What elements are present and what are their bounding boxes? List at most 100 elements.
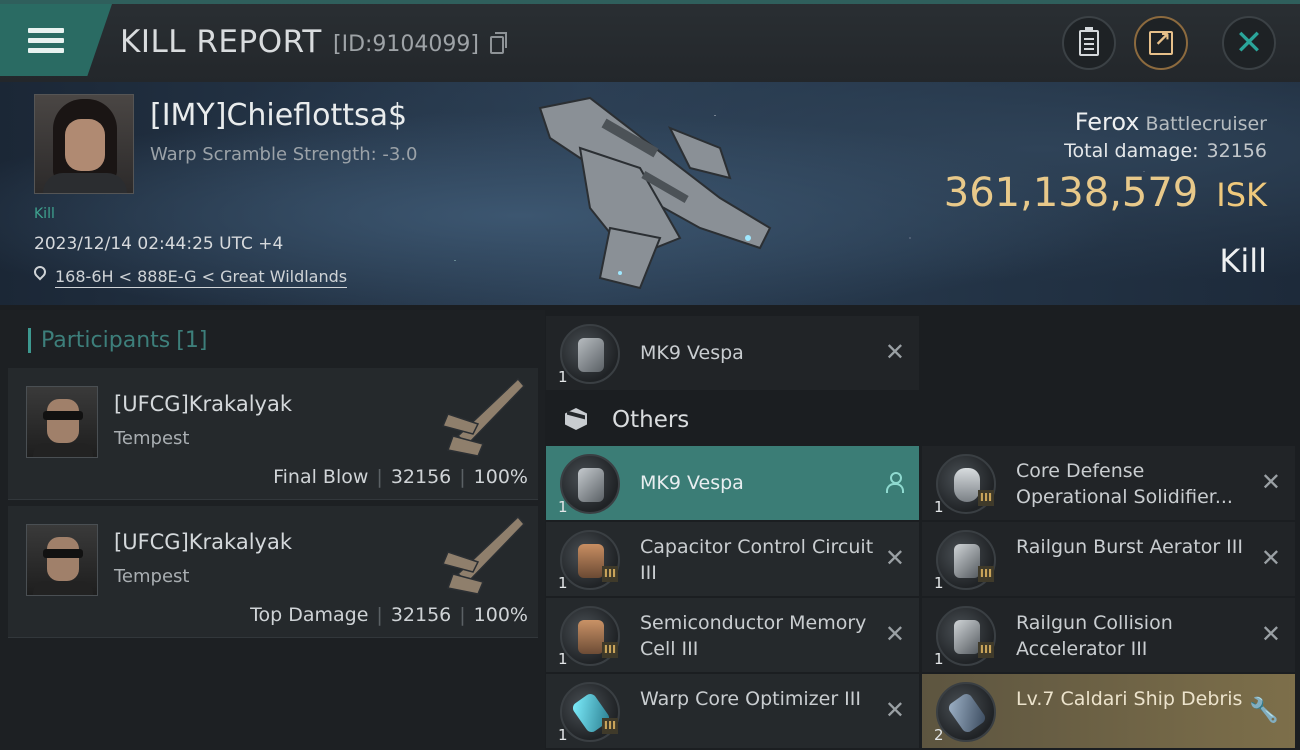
participant-stats: Top Damage | 32156 | 100%	[250, 604, 528, 626]
top-bar: KILL REPORT [ID:9104099] ✕	[0, 0, 1300, 82]
item-quantity: 2	[934, 726, 944, 744]
cube-icon	[562, 406, 590, 434]
participant-role: Top Damage	[250, 604, 369, 626]
victim-banner: [IMY]Chieflottsa$ Warp Scramble Strength…	[0, 82, 1300, 305]
close-icon[interactable]: ✕	[885, 544, 905, 572]
isk-unit: ISK	[1216, 176, 1267, 214]
close-icon[interactable]: ✕	[885, 696, 905, 724]
item-row[interactable]: III 1 Warp Core Optimizer III ✕	[546, 674, 919, 748]
item-name: Warp Core Optimizer III	[640, 688, 861, 710]
participant-ship: Tempest	[114, 566, 190, 587]
kill-datetime: 2023/12/14 02:44:25 UTC +4	[34, 234, 284, 254]
item-row[interactable]: III 1 Railgun Collision Accelerator III …	[922, 598, 1295, 672]
item-name: Lv.7 Caldari Ship Debris	[1016, 688, 1243, 710]
participant-damage: 32156	[390, 466, 452, 488]
participants-header: Participants [1]	[28, 328, 207, 353]
tier-badge: III	[602, 566, 618, 582]
page-title: KILL REPORT	[120, 24, 322, 60]
clipboard-icon	[1079, 27, 1099, 56]
copy-icon[interactable]	[490, 32, 507, 54]
item-name: Railgun Collision Accelerator III	[1016, 612, 1173, 660]
ship-debris-icon	[936, 682, 996, 742]
kill-tag: Kill	[34, 206, 55, 222]
isk-amount: 361,138,579	[943, 170, 1199, 216]
participant-ship-image	[441, 515, 526, 595]
item-row[interactable]: III 1 Core Defense Operational Solidifie…	[922, 446, 1295, 520]
close-icon[interactable]: ✕	[1261, 468, 1281, 496]
close-icon: ✕	[1234, 23, 1264, 63]
item-quantity: 1	[558, 726, 568, 744]
close-icon[interactable]: ✕	[885, 338, 905, 366]
participant-name: [UFCG]Krakalyak	[114, 392, 292, 416]
item-quantity: 1	[558, 498, 568, 516]
item-quantity: 1	[934, 574, 944, 592]
victim-ship[interactable]: Ferox Battlecruiser	[1075, 108, 1267, 136]
victim-avatar[interactable]	[34, 94, 134, 194]
item-row[interactable]: III 1 Railgun Burst Aerator III ✕	[922, 522, 1295, 596]
report-result: Kill	[1219, 242, 1267, 280]
participant-percent: 100%	[473, 466, 528, 488]
item-name: Railgun Burst Aerator III	[1016, 536, 1243, 558]
tier-badge: III	[978, 566, 994, 582]
item-quantity: 1	[934, 650, 944, 668]
item-name: MK9 Vespa	[640, 472, 744, 494]
close-icon[interactable]: ✕	[885, 620, 905, 648]
item-name: Semiconductor Memory Cell III	[640, 612, 867, 660]
tier-badge: III	[978, 642, 994, 658]
participant-card[interactable]: [UFCG]Krakalyak Tempest Top Damage | 32156…	[8, 506, 538, 638]
user-icon[interactable]	[885, 472, 904, 494]
tier-badge: III	[602, 718, 618, 734]
participant-card[interactable]: [UFCG]Krakalyak Tempest Final Blow | 32156…	[8, 368, 538, 500]
kill-location-link[interactable]: 168-6H < 888E-G < Great Wildlands	[55, 267, 348, 288]
hamburger-menu-icon	[28, 23, 64, 58]
participant-avatar	[26, 386, 98, 458]
clipboard-button[interactable]	[1062, 16, 1116, 70]
victim-name[interactable]: [IMY]Chieflottsa$	[150, 98, 407, 133]
item-name: Core Defense Operational Solidifier...	[1016, 460, 1233, 508]
participants-panel: Participants [1] [UFCG]Krakalyak Tempest …	[0, 310, 545, 750]
item-name: Capacitor Control Circuit III	[640, 536, 874, 584]
item-row[interactable]: 2 Lv.7 Caldari Ship Debris 🔧	[922, 674, 1295, 748]
tier-badge: III	[602, 642, 618, 658]
wrench-icon[interactable]: 🔧	[1249, 696, 1279, 724]
ship-class: Battlecruiser	[1145, 113, 1267, 135]
share-icon	[1149, 27, 1173, 55]
item-name: MK9 Vespa	[640, 342, 744, 364]
others-section-header: Others	[562, 398, 689, 442]
item-row[interactable]: III 1 Capacitor Control Circuit III ✕	[546, 522, 919, 596]
close-icon[interactable]: ✕	[1261, 620, 1281, 648]
close-icon[interactable]: ✕	[1261, 544, 1281, 572]
participant-name: [UFCG]Krakalyak	[114, 530, 292, 554]
item-quantity: 1	[934, 498, 944, 516]
isk-value: 361,138,579 ISK	[944, 170, 1267, 216]
top-accent-line	[0, 0, 1300, 4]
tier-badge: III	[978, 490, 994, 506]
total-damage-label: Total damage:	[1064, 140, 1199, 162]
drone-icon	[560, 454, 620, 514]
item-row[interactable]: 1 MK9 Vespa	[546, 446, 919, 520]
close-button[interactable]: ✕	[1222, 16, 1276, 70]
share-button[interactable]	[1134, 16, 1188, 70]
others-label: Others	[612, 407, 690, 433]
drone-icon	[560, 324, 620, 384]
participants-count: [1]	[176, 328, 208, 353]
participants-title: Participants	[41, 328, 171, 353]
participant-role: Final Blow	[273, 466, 369, 488]
item-quantity: 1	[558, 650, 568, 668]
ship-name: Ferox	[1074, 108, 1140, 136]
item-quantity: 1	[558, 574, 568, 592]
participant-avatar	[26, 524, 98, 596]
item-quantity: 1	[558, 368, 568, 386]
participant-damage: 32156	[390, 604, 452, 626]
item-row[interactable]: 1 MK9 Vespa ✕	[546, 316, 919, 390]
total-damage-value: 32156	[1206, 140, 1267, 162]
participant-stats: Final Blow | 32156 | 100%	[273, 466, 528, 488]
menu-button[interactable]	[0, 4, 112, 76]
participant-ship: Tempest	[114, 428, 190, 449]
participant-ship-image	[441, 377, 526, 457]
report-id: [ID:9104099]	[333, 32, 479, 57]
total-damage: Total damage: 32156	[1064, 140, 1267, 162]
item-row[interactable]: III 1 Semiconductor Memory Cell III ✕	[546, 598, 919, 672]
victim-ship-image	[538, 96, 772, 290]
warp-scramble-strength: Warp Scramble Strength: -3.0	[150, 144, 418, 165]
